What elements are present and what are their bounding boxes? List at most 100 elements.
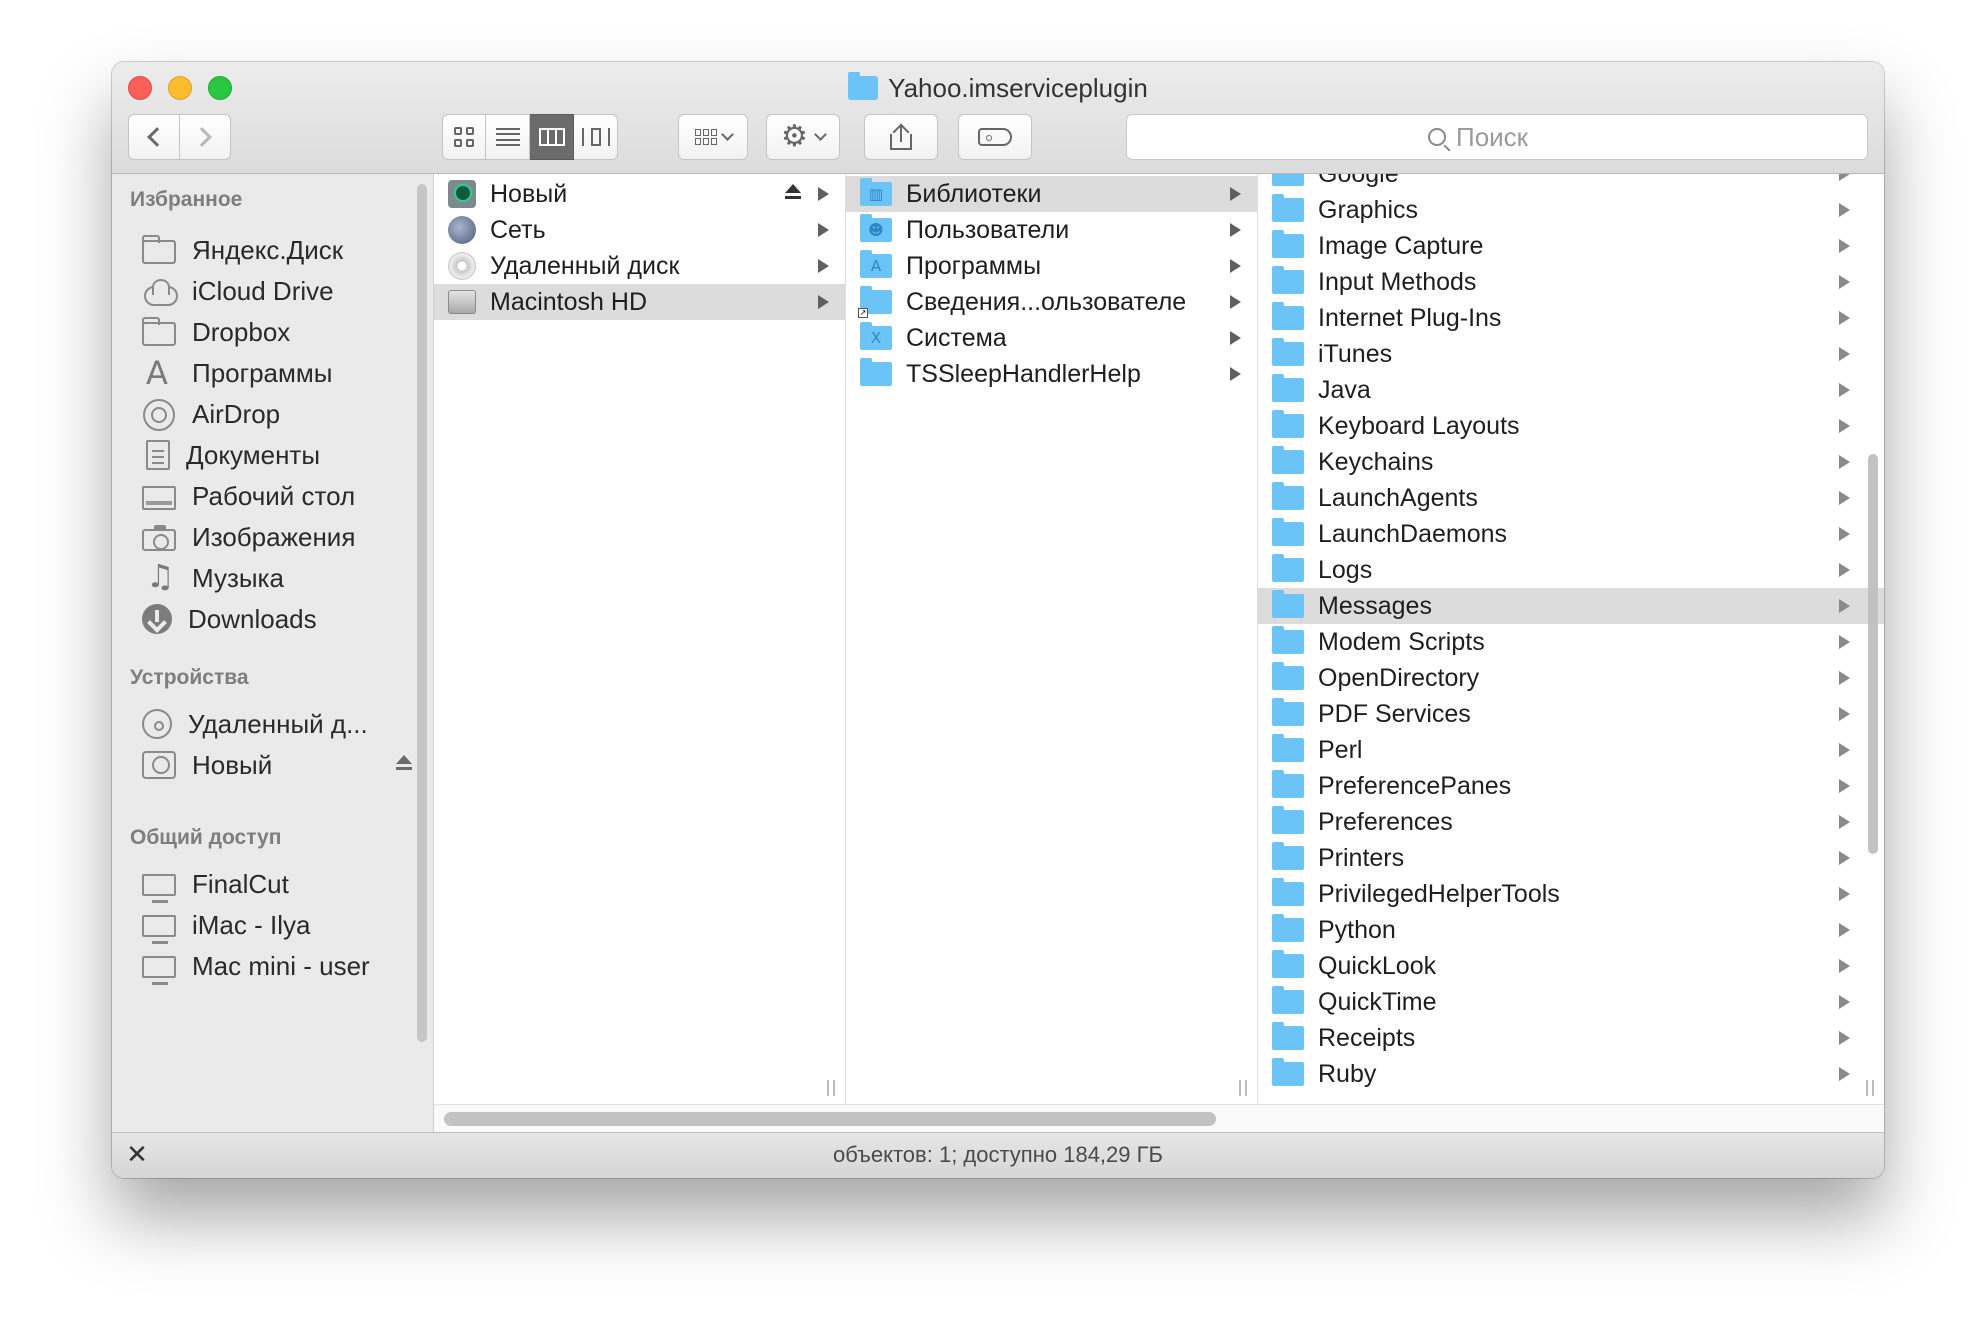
list-item-folder[interactable]: Java (1258, 372, 1884, 408)
list-item-folder[interactable]: QuickTime (1258, 984, 1884, 1020)
list-item-folder[interactable]: LaunchDaemons (1258, 516, 1884, 552)
sidebar-item-desktop[interactable]: Рабочий стол (142, 476, 412, 516)
sidebar-item-dropbox[interactable]: Dropbox (142, 312, 412, 352)
sidebar-item-pictures[interactable]: Изображения (142, 517, 412, 557)
disclosure-arrow-icon (1839, 455, 1850, 469)
list-item-network[interactable]: Сеть (434, 212, 845, 248)
list-item-folder[interactable]: Logs (1258, 552, 1884, 588)
list-item-folder[interactable]: Image Capture (1258, 228, 1884, 264)
sidebar-item-label: Программы (192, 357, 333, 388)
list-item-folder[interactable]: Receipts (1258, 1020, 1884, 1056)
list-item-user-info-alias[interactable]: ↗ Сведения...ользователе (846, 284, 1257, 320)
folder-icon (1272, 302, 1304, 330)
sidebar-item-remote-disc[interactable]: Удаленный д... (142, 704, 412, 744)
icon-view-button[interactable] (442, 114, 486, 160)
search-field[interactable] (1126, 114, 1868, 160)
list-item-folder-selected[interactable]: Messages (1258, 588, 1884, 624)
sidebar-heading-devices: Устройства (130, 666, 249, 689)
sidebar-item-yandex-disk[interactable]: Яндекс.Диск (142, 230, 412, 270)
sidebar-scrollbar[interactable] (417, 184, 427, 1042)
cover-flow-button[interactable] (574, 114, 618, 160)
item-name: Receipts (1318, 1023, 1416, 1052)
chevron-down-icon (814, 128, 827, 141)
list-item-folder[interactable]: Graphics (1258, 192, 1884, 228)
users-folder-icon: ☻ (860, 214, 892, 242)
horizontal-scrollbar[interactable] (434, 1104, 1884, 1132)
sidebar-item-mac-mini-user[interactable]: Mac mini - user (142, 946, 412, 986)
list-item-remote-disc[interactable]: Удаленный диск (434, 248, 845, 284)
folder-icon (1272, 518, 1304, 546)
sidebar-item-airdrop[interactable]: AirDrop (142, 394, 412, 434)
list-item-folder[interactable]: Preferences (1258, 804, 1884, 840)
list-item-folder[interactable]: Ruby (1258, 1056, 1884, 1092)
list-item-folder[interactable]: PrivilegedHelperTools (1258, 876, 1884, 912)
item-name: PrivilegedHelperTools (1318, 879, 1560, 908)
disclosure-arrow-icon (1839, 851, 1850, 865)
list-item-new-volume[interactable]: Новый (434, 176, 845, 212)
sidebar-item-finalcut[interactable]: FinalCut (142, 864, 412, 904)
disclosure-arrow-icon (818, 187, 829, 201)
applications-icon (142, 354, 176, 392)
eject-icon[interactable] (785, 184, 801, 202)
item-name: Modem Scripts (1318, 627, 1485, 656)
sidebar-item-applications[interactable]: Программы (142, 353, 412, 393)
horizontal-scroll-thumb[interactable] (444, 1112, 1216, 1126)
list-item-folder[interactable]: QuickLook (1258, 948, 1884, 984)
vertical-scrollbar[interactable] (1868, 454, 1878, 854)
folder-icon (1272, 842, 1304, 870)
window-title-text: Yahoo.imserviceplugin (888, 73, 1148, 103)
column-resize-handle[interactable] (827, 1080, 835, 1096)
item-name: Keyboard Layouts (1318, 411, 1520, 440)
item-name: Библиотеки (906, 179, 1042, 208)
sidebar-item-documents[interactable]: Документы (142, 435, 412, 475)
list-item-folder[interactable]: Keyboard Layouts (1258, 408, 1884, 444)
search-input[interactable] (1456, 121, 1566, 153)
eject-icon[interactable] (396, 755, 412, 773)
list-item-folder[interactable]: Google (1258, 174, 1884, 192)
folder-icon (1272, 266, 1304, 294)
tags-button[interactable] (958, 114, 1032, 160)
share-button[interactable] (864, 114, 938, 160)
action-button[interactable]: ⚙ (766, 114, 840, 160)
column-view-button[interactable] (530, 114, 574, 160)
list-item-folder[interactable]: Internet Plug-Ins (1258, 300, 1884, 336)
folder-icon (1272, 770, 1304, 798)
list-item-folder[interactable]: Input Methods (1258, 264, 1884, 300)
time-machine-volume-icon (448, 180, 476, 208)
sidebar-item-music[interactable]: Музыка (142, 557, 412, 598)
list-view-button[interactable] (486, 114, 530, 160)
list-item-folder[interactable]: LaunchAgents (1258, 480, 1884, 516)
column-resize-handle[interactable] (1866, 1080, 1874, 1096)
list-item-folder[interactable]: Python (1258, 912, 1884, 948)
list-item-folder[interactable]: PDF Services (1258, 696, 1884, 732)
arrange-button[interactable] (678, 114, 748, 160)
sidebar-item-icloud-drive[interactable]: iCloud Drive (142, 271, 412, 311)
list-item-folder[interactable]: Perl (1258, 732, 1884, 768)
list-item-applications[interactable]: A Программы (846, 248, 1257, 284)
network-icon (448, 216, 476, 244)
list-item-folder[interactable]: iTunes (1258, 336, 1884, 372)
sidebar-item-new-volume[interactable]: Новый (142, 745, 412, 785)
item-name: Сведения...ользователе (906, 287, 1187, 316)
list-item-library[interactable]: ▥ Библиотеки (846, 176, 1257, 212)
sidebar-item-imac-ilya[interactable]: iMac - Ilya (142, 905, 412, 945)
item-name: QuickTime (1318, 987, 1437, 1016)
forward-button[interactable] (179, 114, 231, 160)
list-item-folder[interactable]: OpenDirectory (1258, 660, 1884, 696)
tools-icon[interactable]: ✕ (124, 1141, 150, 1169)
list-item-folder[interactable]: Keychains (1258, 444, 1884, 480)
columns-icon (538, 128, 565, 146)
list-item-folder[interactable]: Printers (1258, 840, 1884, 876)
folder-icon (142, 317, 176, 346)
list-item-system[interactable]: X Система (846, 320, 1257, 356)
list-item-folder[interactable]: PreferencePanes (1258, 768, 1884, 804)
list-item-macintosh-hd[interactable]: Macintosh HD (434, 284, 845, 320)
column-volumes: Новый Сеть Удаленный диск Macintosh HD (434, 174, 846, 1104)
list-item-tssleephandlerhelp[interactable]: TSSleepHandlerHelp (846, 356, 1257, 392)
list-item-users[interactable]: ☻ Пользователи (846, 212, 1257, 248)
disclosure-arrow-icon (1230, 223, 1241, 237)
sidebar-item-downloads[interactable]: Downloads (142, 599, 412, 639)
back-button[interactable] (128, 114, 180, 160)
column-resize-handle[interactable] (1239, 1080, 1247, 1096)
list-item-folder[interactable]: Modem Scripts (1258, 624, 1884, 660)
